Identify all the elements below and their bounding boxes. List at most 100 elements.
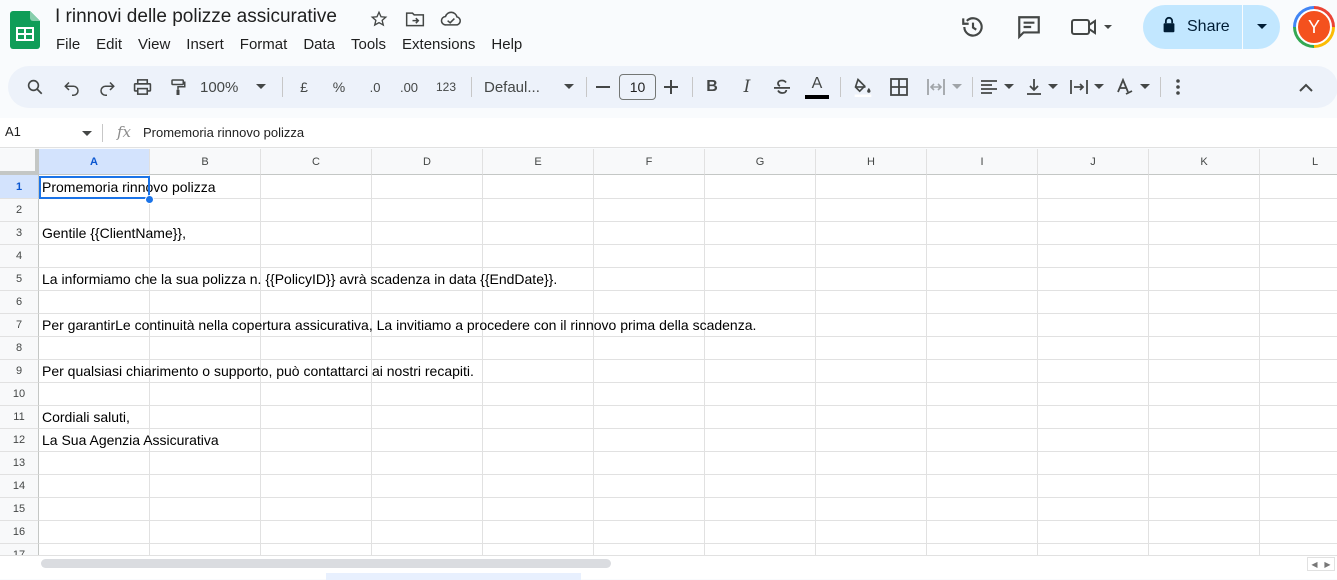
column-header-d[interactable]: D xyxy=(372,149,483,175)
top-bar: I rinnovi delle polizze assicurative Fil… xyxy=(0,0,1337,64)
format-percent-button[interactable]: % xyxy=(328,66,350,108)
row-header-12[interactable]: 12 xyxy=(0,429,39,452)
fill-color-icon[interactable] xyxy=(850,66,876,108)
format-currency-button[interactable]: £ xyxy=(293,66,315,108)
bold-button[interactable]: B xyxy=(701,66,723,108)
text-color-button[interactable]: A xyxy=(803,66,831,108)
font-size-input[interactable]: 10 xyxy=(619,74,656,100)
decrease-font-size-icon[interactable] xyxy=(593,66,613,108)
row-header-8[interactable]: 8 xyxy=(0,337,39,360)
column-header-f[interactable]: F xyxy=(594,149,705,175)
row-header-11[interactable]: 11 xyxy=(0,406,39,429)
cell-a11[interactable]: Cordiali saluti, xyxy=(42,409,130,425)
search-menus-icon[interactable] xyxy=(20,66,50,108)
cell-a5[interactable]: La informiamo che la sua polizza n. {{Po… xyxy=(42,271,557,287)
star-icon[interactable] xyxy=(368,8,390,30)
row-header-17[interactable]: 17 xyxy=(0,544,39,555)
more-formats-button[interactable]: 123 xyxy=(432,66,460,108)
menu-insert[interactable]: Insert xyxy=(178,35,232,54)
paint-format-icon[interactable] xyxy=(164,66,192,108)
column-header-j[interactable]: J xyxy=(1038,149,1149,175)
comments-icon[interactable] xyxy=(1012,10,1046,44)
collapse-toolbar-icon[interactable] xyxy=(1294,66,1318,108)
move-folder-icon[interactable] xyxy=(404,8,426,30)
row-header-5[interactable]: 5 xyxy=(0,268,39,291)
horizontal-align-icon[interactable] xyxy=(978,66,1016,108)
borders-icon[interactable] xyxy=(886,66,912,108)
row-header-13[interactable]: 13 xyxy=(0,452,39,475)
row-header-7[interactable]: 7 xyxy=(0,314,39,337)
zoom-select[interactable]: 100% xyxy=(200,66,270,108)
share-button[interactable]: Share xyxy=(1143,5,1280,49)
row-header-1[interactable]: 1 xyxy=(0,175,39,199)
scroll-arrows[interactable]: ◀ ▶ xyxy=(1307,557,1335,571)
version-history-icon[interactable] xyxy=(956,10,990,44)
menu-format[interactable]: Format xyxy=(232,35,296,54)
cloud-saved-icon[interactable] xyxy=(440,8,462,30)
text-rotation-icon[interactable] xyxy=(1114,66,1152,108)
zoom-value: 100% xyxy=(200,78,239,96)
meet-video-icon[interactable] xyxy=(1068,10,1120,44)
column-header-a[interactable]: A xyxy=(39,149,150,175)
increase-decimal-button[interactable]: .00 xyxy=(395,66,423,108)
menu-edit[interactable]: Edit xyxy=(88,35,130,54)
menu-help[interactable]: Help xyxy=(483,35,530,54)
fill-handle[interactable] xyxy=(145,195,154,204)
font-family-select[interactable]: Defaul... xyxy=(484,66,574,108)
row-header-2[interactable]: 2 xyxy=(0,199,39,222)
row-header-15[interactable]: 15 xyxy=(0,498,39,521)
italic-button[interactable]: I xyxy=(736,66,758,108)
formula-input[interactable]: Promemoria rinnovo polizza xyxy=(143,125,304,140)
cell-a3[interactable]: Gentile {{ClientName}}, xyxy=(42,225,186,241)
name-box[interactable]: A1 xyxy=(5,124,21,139)
strikethrough-icon[interactable] xyxy=(770,66,794,108)
menu-file[interactable]: File xyxy=(48,35,88,54)
scrollbar-thumb[interactable] xyxy=(41,559,611,568)
row-header-16[interactable]: 16 xyxy=(0,521,39,544)
row-header-9[interactable]: 9 xyxy=(0,360,39,383)
row-header-4[interactable]: 4 xyxy=(0,245,39,268)
horizontal-scrollbar[interactable]: ◀ ▶ xyxy=(0,555,1337,580)
row-header-10[interactable]: 10 xyxy=(0,383,39,406)
active-cell-selection xyxy=(39,176,150,199)
column-header-l[interactable]: L xyxy=(1260,149,1337,175)
column-header-h[interactable]: H xyxy=(816,149,927,175)
cell-a12[interactable]: La Sua Agenzia Assicurativa xyxy=(42,432,219,448)
row-header-14[interactable]: 14 xyxy=(0,475,39,498)
column-header-i[interactable]: I xyxy=(927,149,1038,175)
menu-tools[interactable]: Tools xyxy=(343,35,394,54)
menu-data[interactable]: Data xyxy=(295,35,343,54)
column-header-g[interactable]: G xyxy=(705,149,816,175)
menu-extensions[interactable]: Extensions xyxy=(394,35,483,54)
increase-font-size-icon[interactable] xyxy=(661,66,681,108)
cell-a9[interactable]: Per qualsiasi chiarimento o supporto, pu… xyxy=(42,363,474,379)
menu-view[interactable]: View xyxy=(130,35,178,54)
redo-icon[interactable] xyxy=(93,66,121,108)
column-header-e[interactable]: E xyxy=(483,149,594,175)
spreadsheet-grid[interactable]: A B C D E F G H I J K L 1 2 3 4 5 6 7 8 … xyxy=(0,149,1337,555)
document-title[interactable]: I rinnovi delle polizze assicurative xyxy=(55,6,337,28)
font-family-value: Defaul... xyxy=(484,78,540,96)
name-box-dropdown-icon[interactable] xyxy=(82,124,92,142)
undo-icon[interactable] xyxy=(58,66,86,108)
sheets-logo-icon[interactable] xyxy=(10,11,40,49)
row-header-6[interactable]: 6 xyxy=(0,291,39,314)
column-header-c[interactable]: C xyxy=(261,149,372,175)
cell-a7[interactable]: Per garantirLe continuità nella copertur… xyxy=(42,317,756,333)
scroll-left-icon[interactable]: ◀ xyxy=(1311,560,1317,569)
share-dropdown-icon[interactable] xyxy=(1243,5,1280,49)
merge-cells-icon[interactable] xyxy=(921,66,967,108)
toolbar: 100% £ % .0 .00 123 Defaul... 10 B I A xyxy=(8,66,1337,108)
print-icon[interactable] xyxy=(128,66,156,108)
select-all-corner[interactable] xyxy=(0,149,39,175)
decrease-decimal-button[interactable]: .0 xyxy=(362,66,388,108)
account-avatar[interactable]: Y xyxy=(1293,6,1335,48)
increase-decimal-label: .00 xyxy=(399,79,419,95)
column-header-b[interactable]: B xyxy=(150,149,261,175)
column-header-k[interactable]: K xyxy=(1149,149,1260,175)
row-header-3[interactable]: 3 xyxy=(0,222,39,245)
text-wrapping-icon[interactable] xyxy=(1068,66,1106,108)
scroll-right-icon[interactable]: ▶ xyxy=(1324,560,1330,569)
vertical-align-icon[interactable] xyxy=(1024,66,1060,108)
more-options-icon[interactable] xyxy=(1168,66,1188,108)
